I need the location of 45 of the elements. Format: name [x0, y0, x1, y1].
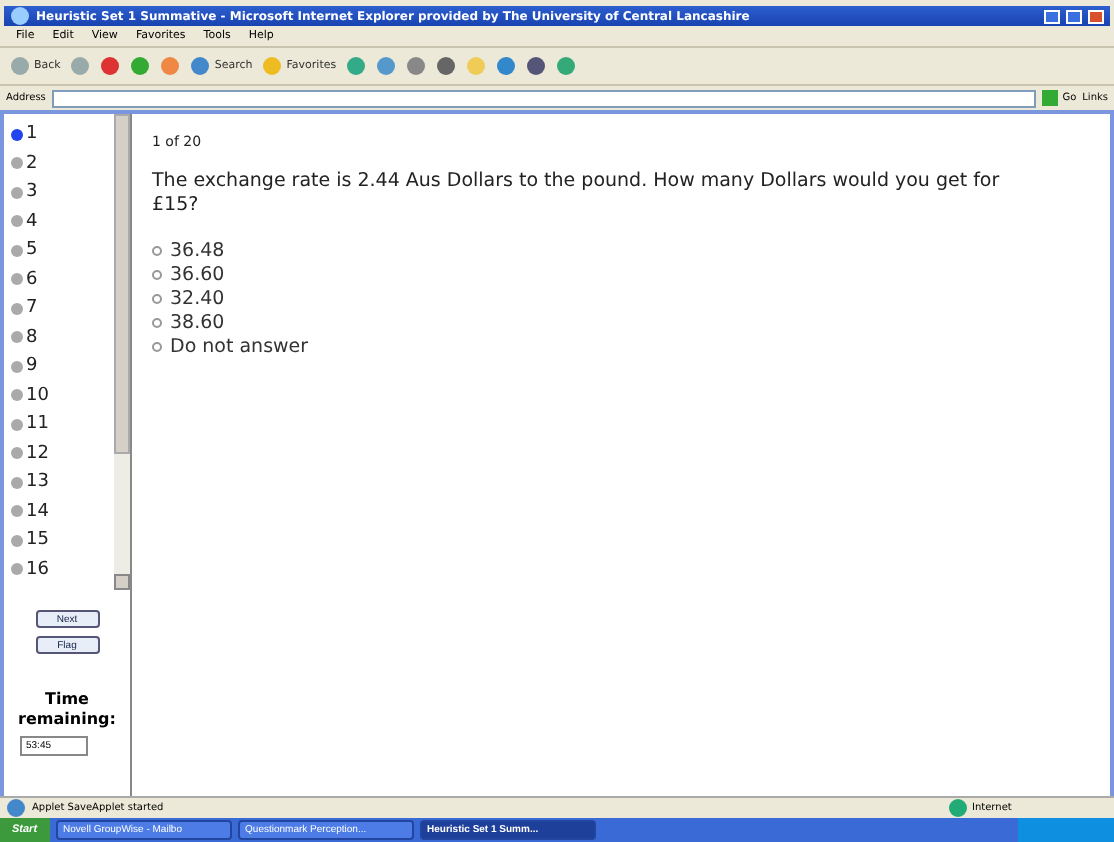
address-field[interactable] [51, 89, 1037, 107]
question-link[interactable]: 15 [10, 528, 114, 552]
time-label: Time remaining: [16, 690, 118, 729]
question-link[interactable]: 12 [10, 441, 114, 465]
minimize-button[interactable] [1044, 9, 1060, 23]
question-link[interactable]: 4 [10, 209, 114, 233]
dot-icon [10, 330, 24, 344]
question-link[interactable]: 9 [10, 354, 114, 378]
dot-icon [10, 301, 24, 315]
question-link[interactable]: 6 [10, 267, 114, 291]
dot-icon [10, 359, 24, 373]
system-tray [1018, 818, 1114, 842]
question-link[interactable]: 5 [10, 238, 114, 262]
dot-icon [10, 446, 24, 460]
question-link[interactable]: 7 [10, 296, 114, 320]
answer-option[interactable]: 38.60 [152, 311, 1090, 336]
answer-option[interactable]: Do not answer [152, 335, 1090, 360]
dot-icon [10, 562, 24, 576]
question-link[interactable]: 3 [10, 180, 114, 204]
dot-icon [10, 156, 24, 170]
question-link[interactable]: 1 [10, 122, 114, 146]
maximize-button[interactable] [1066, 9, 1082, 23]
dot-icon [10, 475, 24, 489]
close-button[interactable] [1088, 9, 1104, 23]
dot-icon [10, 185, 24, 199]
dot-icon [10, 243, 24, 257]
answer-option[interactable]: 36.48 [152, 239, 1090, 264]
question-link[interactable]: 8 [10, 325, 114, 349]
question-link[interactable]: 10 [10, 383, 114, 407]
question-link[interactable]: 13 [10, 470, 114, 494]
question-link[interactable]: 16 [10, 557, 114, 581]
dot-icon [10, 504, 24, 518]
dot-icon [10, 214, 24, 228]
dot-icon [10, 388, 24, 402]
dot-icon [10, 417, 24, 431]
dot-icon [10, 127, 24, 141]
question-link[interactable]: 14 [10, 499, 114, 523]
dot-icon [10, 272, 24, 286]
question-link[interactable]: 2 [10, 151, 114, 175]
answer-option[interactable]: 32.40 [152, 287, 1090, 312]
dot-icon [10, 533, 24, 547]
scrollbar[interactable] [114, 114, 130, 590]
answer-option[interactable]: 36.60 [152, 263, 1090, 288]
question-link[interactable]: 11 [10, 412, 114, 436]
question-text: The exchange rate is 2.44 Aus Dollars to the pound. How many Dollars would you get for £15? [152, 170, 1002, 220]
